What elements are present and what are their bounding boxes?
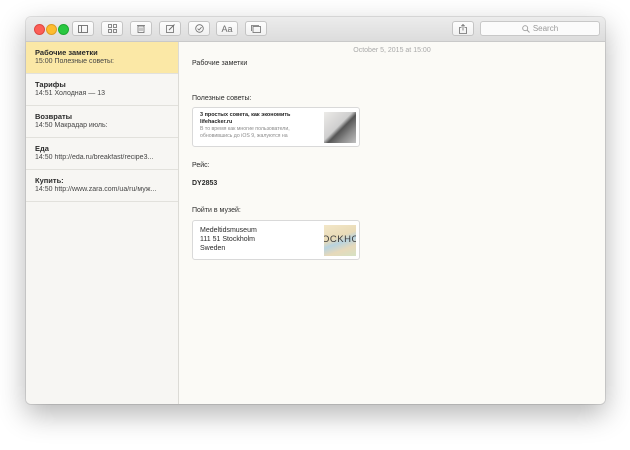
note-item-preview: 14:51 Холодная — 13 <box>35 90 106 97</box>
note-item-title: Возвраты <box>35 112 73 121</box>
flight-number: DY2853 <box>192 180 218 187</box>
note-list-item[interactable]: Рабочие заметки 15:00 Полезные советы: <box>26 42 178 74</box>
search-placeholder: Search <box>532 24 559 33</box>
note-title: Рабочие заметки <box>192 60 248 67</box>
toolbar: Aa Search <box>26 17 605 42</box>
map-city-label: OCKHO <box>324 234 356 245</box>
close-window-button[interactable] <box>34 24 45 35</box>
sidebar-toggle-icon <box>78 24 88 33</box>
link-thumbnail-image <box>324 112 356 143</box>
link-card-description: В то время как многие пользователи, обно… <box>200 126 290 139</box>
font-format-button[interactable]: Aa <box>216 21 238 36</box>
flight-label: Рейс: <box>192 162 210 169</box>
search-field[interactable]: Search <box>480 21 600 36</box>
compose-icon <box>165 24 175 33</box>
note-list-item[interactable]: Возвраты 14:50 Макрадар июль: <box>26 106 178 138</box>
link-card-title: 3 простых совета, как экономить lifehack… <box>200 112 291 125</box>
link-preview-card[interactable]: 3 простых совета, как экономить lifehack… <box>192 107 360 147</box>
note-item-preview: 15:00 Полезные советы: <box>35 58 114 65</box>
note-item-title: Рабочие заметки <box>35 48 98 57</box>
search-icon <box>522 24 530 33</box>
map-thumbnail-image: OCKHO <box>324 225 356 256</box>
font-format-icon: Aa <box>221 23 233 34</box>
tips-label: Полезные советы: <box>192 95 252 102</box>
note-item-preview: 14:50 http://www.zara.com/ua/ru/муж... <box>35 186 157 193</box>
note-list-item[interactable]: Еда 14:50 http://eda.ru/breakfast/recipe… <box>26 138 178 170</box>
note-item-preview: 14:50 http://eda.ru/breakfast/recipe3... <box>35 154 154 161</box>
delete-note-button[interactable] <box>130 21 152 36</box>
new-note-button[interactable] <box>159 21 181 36</box>
zoom-window-button[interactable] <box>58 24 69 35</box>
note-list-item[interactable]: Тарифы 14:51 Холодная — 13 <box>26 74 178 106</box>
location-card[interactable]: Medeltidsmuseum 111 51 Stockholm Sweden … <box>192 220 360 260</box>
note-date: October 5, 2015 at 15:00 <box>353 47 431 54</box>
notes-list: Рабочие заметки 15:00 Полезные советы: Т… <box>26 42 179 404</box>
share-icon <box>459 23 467 34</box>
note-item-title: Еда <box>35 144 49 153</box>
attachments-button[interactable] <box>245 21 267 36</box>
museum-label: Пойти в музей: <box>192 207 241 214</box>
checklist-button[interactable] <box>188 21 210 36</box>
note-item-title: Купить: <box>35 176 64 185</box>
notes-window: Aa Search Рабочие заметки 15:00 Полезные… <box>26 17 605 404</box>
trash-icon <box>137 25 145 33</box>
attachments-icon <box>251 24 261 33</box>
sidebar-toggle-button[interactable] <box>72 21 94 36</box>
note-item-preview: 14:50 Макрадар июль: <box>35 122 108 129</box>
share-button[interactable] <box>452 21 474 36</box>
minimize-window-button[interactable] <box>46 24 57 35</box>
location-name: Medeltidsmuseum <box>200 227 257 234</box>
grid-view-button[interactable] <box>101 21 123 36</box>
note-item-title: Тарифы <box>35 80 66 89</box>
note-editor[interactable]: October 5, 2015 at 15:00 Рабочие заметки… <box>179 42 605 404</box>
grid-view-icon <box>107 24 117 33</box>
checklist-icon <box>194 24 204 33</box>
note-list-item[interactable]: Купить: 14:50 http://www.zara.com/ua/ru/… <box>26 170 178 202</box>
location-address: 111 51 Stockholm <box>200 236 255 243</box>
location-country: Sweden <box>200 245 226 252</box>
